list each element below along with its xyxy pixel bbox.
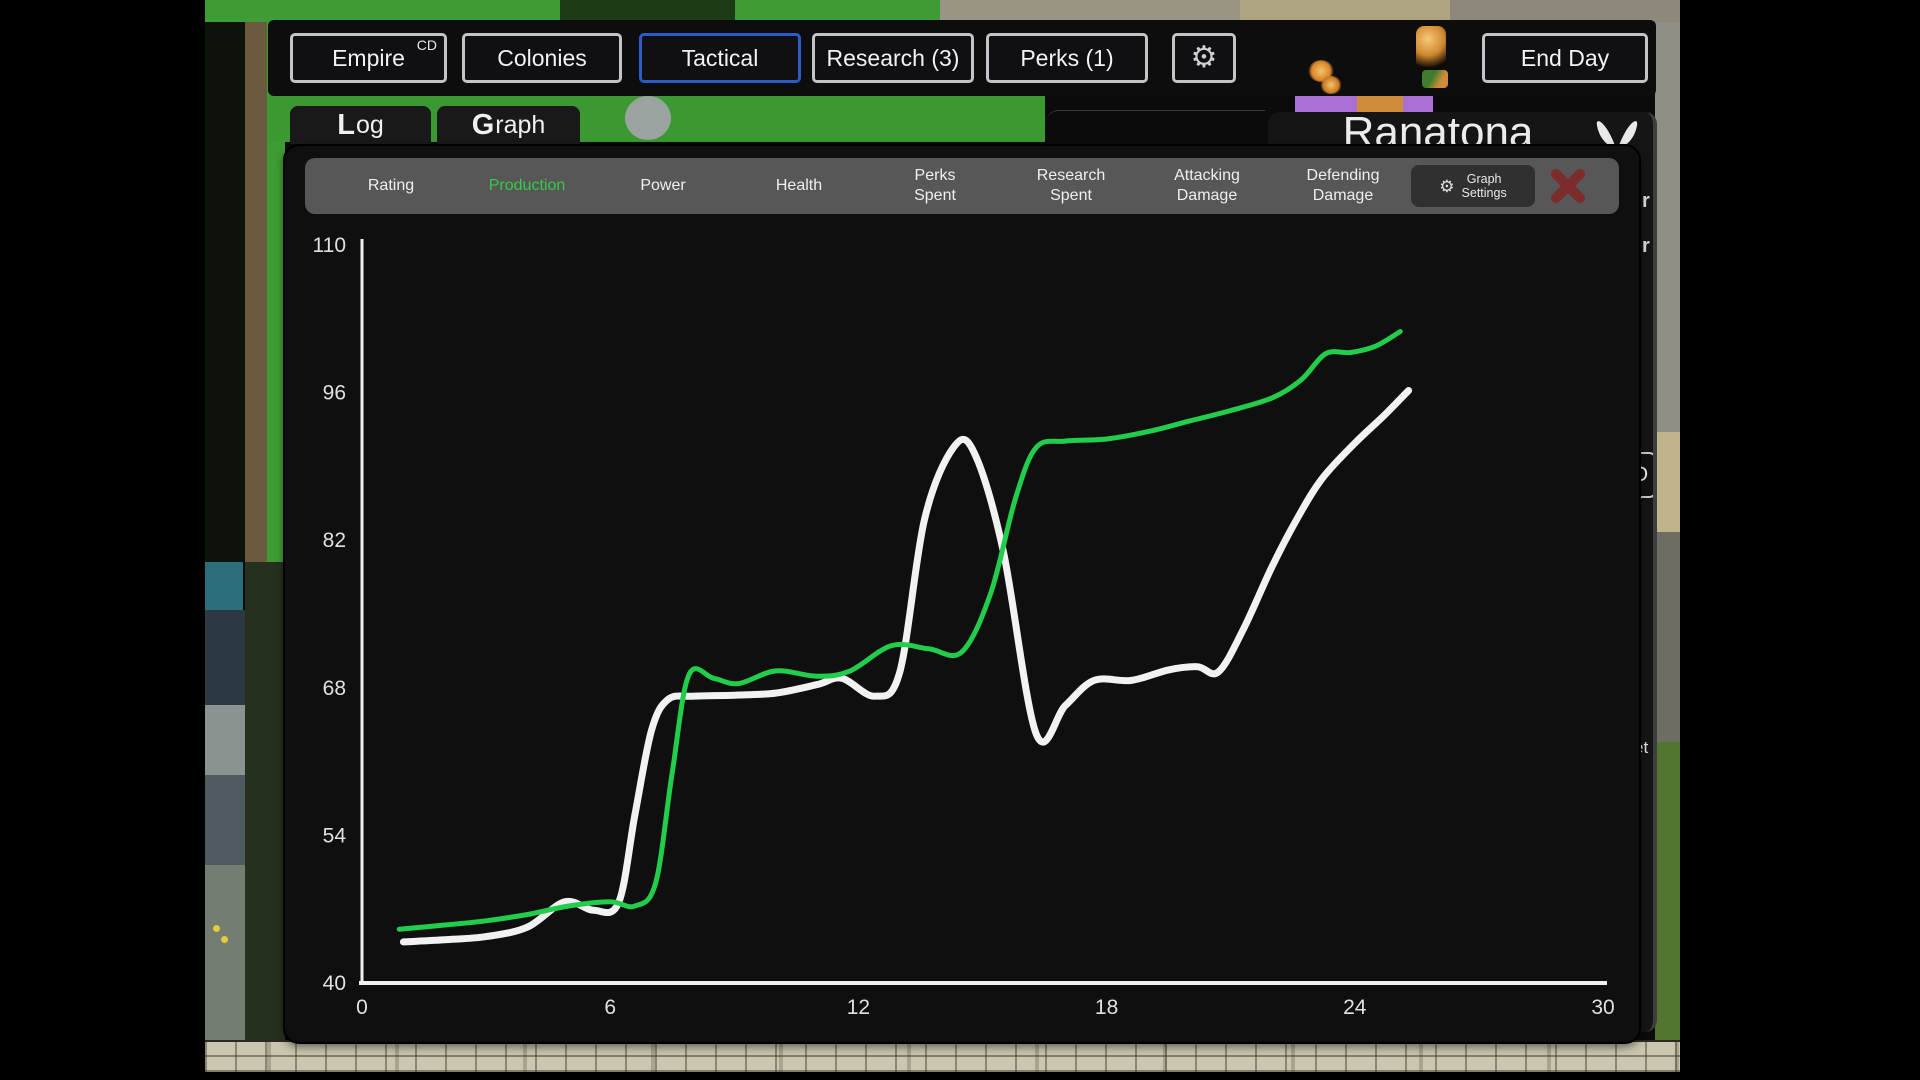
brick-path (205, 1040, 1680, 1072)
clipped-letter: r (1642, 235, 1650, 258)
shadow-terrain (205, 22, 245, 562)
grass-strip (735, 0, 940, 22)
chart-tab-rating[interactable]: Rating (323, 176, 459, 196)
tree-strip (560, 0, 735, 22)
slate-tile (205, 610, 245, 705)
dirt-path (245, 22, 267, 562)
svg-text:6: 6 (604, 996, 616, 1019)
tab-log-hotkey: L (337, 109, 355, 142)
graph-panel: RatingProductionPowerHealthPerks SpentRe… (285, 146, 1639, 1042)
empire-button-label: Empire (332, 45, 405, 72)
water-tile (205, 562, 243, 610)
stone-strip (1450, 0, 1680, 22)
colonies-button[interactable]: Colonies (462, 33, 622, 83)
research-button[interactable]: Research (3) (812, 33, 974, 83)
stone-strip (940, 0, 1240, 22)
wall-sliver (1655, 532, 1680, 742)
end-day-button[interactable]: End Day (1482, 33, 1648, 83)
settings-gear-button[interactable]: ⚙ (1172, 33, 1236, 83)
grass-strip (205, 0, 560, 22)
svg-text:24: 24 (1343, 996, 1367, 1019)
close-icon (1549, 167, 1587, 205)
gear-icon: ⚙ (1191, 43, 1218, 73)
chart-tabbar-tabs: RatingProductionPowerHealthPerks SpentRe… (323, 166, 1411, 206)
resource-speck (221, 936, 228, 943)
perks-button[interactable]: Perks (1) (986, 33, 1148, 83)
chart-tab-attacking-damage[interactable]: Attacking Damage (1139, 166, 1275, 206)
tab-graph-hotkey: G (472, 109, 495, 142)
end-day-button-label: End Day (1521, 45, 1609, 72)
wall-sliver (1655, 22, 1680, 432)
tactical-button[interactable]: Tactical (639, 33, 801, 83)
empire-cooldown-badge: CD (417, 37, 437, 53)
lamp-glow (1655, 432, 1680, 532)
svg-text:0: 0 (356, 996, 368, 1019)
svg-text:110: 110 (313, 234, 346, 257)
chart-tab-perks-spent[interactable]: Perks Spent (867, 166, 1003, 206)
perks-button-label: Perks (1) (1020, 45, 1113, 72)
background-window-corner (1045, 110, 1265, 150)
close-button[interactable] (1535, 158, 1601, 214)
chart-tab-power[interactable]: Power (595, 176, 731, 196)
svg-text:96: 96 (323, 382, 346, 405)
wall-strip (1240, 0, 1450, 22)
svg-text:30: 30 (1591, 996, 1614, 1019)
tab-graph[interactable]: Graph (437, 106, 580, 144)
tactical-button-label: Tactical (682, 45, 759, 72)
resource-speck (213, 925, 220, 932)
svg-text:54: 54 (323, 824, 347, 847)
chart-tabbar: RatingProductionPowerHealthPerks SpentRe… (305, 158, 1619, 214)
chart-tab-research-spent[interactable]: Research Spent (1003, 166, 1139, 206)
svg-text:12: 12 (847, 996, 870, 1019)
chart-tab-health[interactable]: Health (731, 176, 867, 196)
series-green-line (399, 332, 1400, 930)
stone-tile (205, 865, 245, 1040)
research-button-label: Research (3) (827, 45, 960, 72)
dark-stone-tile (205, 775, 245, 865)
chart-tab-defending-damage[interactable]: Defending Damage (1275, 166, 1411, 206)
graph-settings-button[interactable]: ⚙ Graph Settings (1411, 165, 1535, 207)
svg-text:68: 68 (323, 677, 346, 700)
top-toolbar: Empire CD Colonies Tactical Research (3)… (268, 20, 1656, 96)
game-screen: Ranatona r r D et Empire CD Colonies Tac… (0, 0, 1920, 1080)
grass-sliver (1655, 742, 1680, 1040)
colonies-button-label: Colonies (497, 45, 587, 72)
production-chart: 110 96 82 68 54 40 0 6 12 18 24 30 (285, 216, 1639, 1036)
ant-sprite (1320, 76, 1342, 94)
empire-button[interactable]: Empire CD (290, 33, 447, 83)
tab-graph-label: raph (495, 111, 545, 140)
graph-settings-label: Graph Settings (1462, 172, 1507, 201)
clipped-letter: r (1642, 190, 1650, 213)
leaf-sprite (1422, 70, 1448, 88)
stone-tile (205, 705, 245, 775)
svg-text:82: 82 (323, 529, 346, 552)
torch-sprite (1416, 26, 1446, 70)
chart-tab-production[interactable]: Production (459, 176, 595, 196)
statue-object (625, 96, 671, 140)
gear-icon: ⚙ (1439, 178, 1454, 195)
svg-text:18: 18 (1095, 996, 1118, 1019)
svg-text:40: 40 (323, 972, 346, 995)
tab-log-label: og (356, 111, 384, 140)
dark-ground (245, 562, 285, 1040)
series-white-line (403, 391, 1408, 942)
tab-log[interactable]: Log (290, 106, 431, 144)
